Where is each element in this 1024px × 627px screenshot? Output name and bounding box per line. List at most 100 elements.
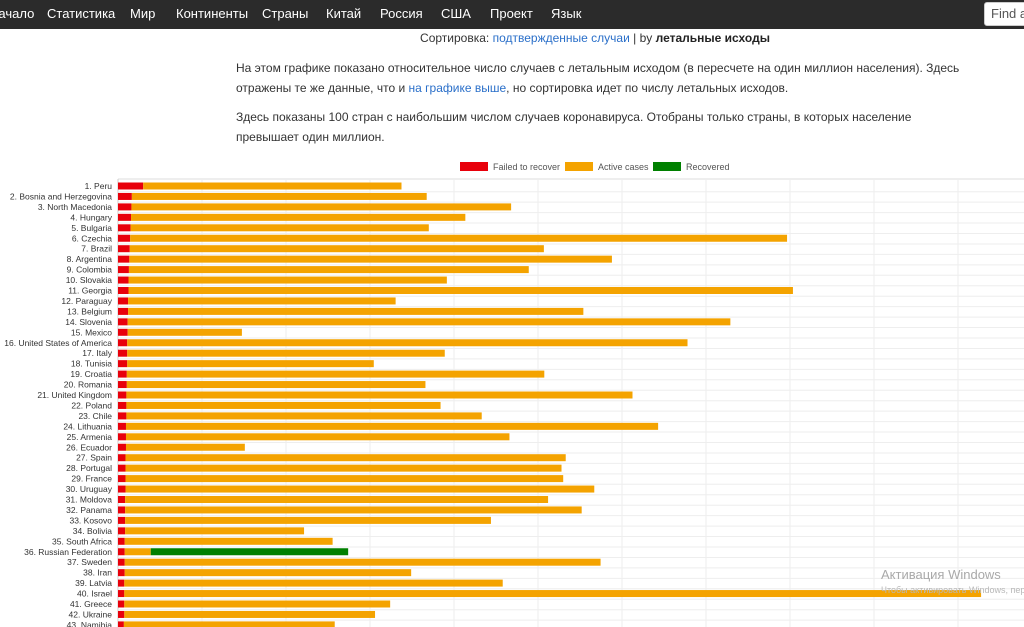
category-label: 9. Colombia: [67, 265, 113, 275]
bar-failed: [118, 401, 127, 409]
bar-failed: [118, 224, 131, 232]
bar-failed: [118, 443, 126, 451]
bar-failed: [118, 370, 127, 378]
legend-swatch: [460, 162, 488, 171]
category-label: 17. Italy: [82, 348, 113, 358]
bar-active: [128, 266, 529, 274]
bar-failed: [118, 422, 126, 430]
bar-active: [129, 245, 544, 253]
windows-activation-subtitle: Чтобы активировать Windows, перейдите в …: [881, 585, 1024, 595]
category-label: 14. Slovenia: [65, 317, 112, 327]
sort-current: летальные исходы: [655, 31, 770, 45]
bar-failed: [118, 266, 129, 274]
bar-failed: [118, 234, 131, 242]
bar-failed: [118, 610, 125, 618]
category-label: 8. Argentina: [67, 254, 113, 264]
bar-active: [126, 401, 441, 409]
nav-language[interactable]: Язык: [551, 0, 581, 29]
bar-failed: [118, 381, 127, 389]
bar-active: [127, 318, 731, 326]
bar-active: [128, 287, 793, 294]
category-label: 30. Uruguay: [66, 484, 113, 494]
bar-active: [126, 412, 482, 420]
bar-active: [126, 391, 633, 399]
category-label: 5. Bulgaria: [71, 223, 112, 233]
bar-failed: [118, 516, 126, 524]
category-label: 20. Romania: [64, 380, 112, 390]
category-label: 10. Slovakia: [66, 275, 113, 285]
bar-active: [128, 307, 584, 315]
nav-russia[interactable]: Россия: [380, 0, 423, 29]
category-label: 41. Greece: [70, 599, 112, 609]
bar-failed: [118, 537, 125, 545]
nav-china[interactable]: Китай: [326, 0, 361, 29]
legend-swatch: [653, 162, 681, 171]
bar-failed: [118, 328, 128, 336]
category-label: 23. Chile: [78, 411, 112, 421]
bar-active: [124, 537, 333, 545]
bar-failed: [118, 182, 144, 190]
bar-failed: [118, 339, 128, 347]
bar-active: [125, 527, 305, 535]
nav-statistics[interactable]: Статистика: [47, 0, 115, 29]
category-label: 18. Tunisia: [71, 359, 112, 369]
bar-failed: [118, 360, 128, 368]
nav-world[interactable]: Мир: [130, 0, 155, 29]
bar-active: [127, 339, 688, 347]
bar-active: [125, 454, 566, 462]
bar-active: [124, 558, 601, 566]
nav-home[interactable]: Начало: [0, 0, 34, 29]
category-label: 21. United Kingdom: [37, 390, 112, 400]
intro-paragraph-2: Здесь показаны 100 стран с наибольшим чи…: [236, 110, 912, 144]
nav-countries[interactable]: Страны: [262, 0, 308, 29]
bar-active: [131, 192, 427, 200]
category-label: 39. Latvia: [75, 578, 112, 588]
chart-above-link[interactable]: на графике выше: [409, 81, 507, 95]
bar-active: [123, 621, 335, 627]
category-label: 15. Mexico: [71, 327, 112, 337]
category-label: 27. Spain: [76, 453, 112, 463]
sort-selector: Сортировка: подтвержденные случаи | by л…: [0, 31, 1024, 45]
bar-failed: [118, 621, 124, 627]
category-label: 37. Sweden: [67, 557, 112, 567]
bar-failed: [118, 391, 127, 399]
bar-active: [128, 297, 396, 305]
bar-failed: [118, 433, 126, 441]
bar-active: [130, 224, 429, 232]
category-label: 26. Ecuador: [66, 442, 112, 452]
bar-failed: [118, 506, 126, 514]
category-label: 35. South Africa: [52, 536, 112, 546]
category-label: 33. Kosovo: [69, 515, 112, 525]
bar-active: [126, 381, 426, 389]
bar-failed: [118, 255, 130, 263]
bar-active: [126, 370, 545, 378]
search-input[interactable]: Find a: [984, 2, 1024, 26]
category-label: 12. Paraguay: [61, 296, 112, 306]
bar-failed: [118, 349, 128, 357]
windows-activation-title: Активация Windows: [881, 567, 1001, 582]
bar-active: [125, 443, 245, 451]
bar-failed: [118, 569, 125, 577]
bar-failed: [118, 579, 125, 587]
nav-continents[interactable]: Континенты: [176, 0, 248, 29]
sort-confirmed-link[interactable]: подтвержденные случаи: [493, 31, 630, 45]
category-label: 16. United States of America: [4, 338, 112, 348]
bar-active: [125, 433, 510, 441]
top-navigation: Начало Статистика Мир Континенты Страны …: [0, 0, 1024, 29]
nav-project[interactable]: Проект: [490, 0, 533, 29]
bar-failed: [118, 297, 129, 305]
category-label: 28. Portugal: [66, 463, 112, 473]
category-label: 29. France: [71, 474, 112, 484]
category-label: 2. Bosnia and Herzegovina: [10, 191, 112, 201]
bar-active: [125, 506, 582, 514]
bar-failed: [118, 287, 129, 294]
category-label: 11. Georgia: [68, 286, 112, 296]
nav-usa[interactable]: США: [441, 0, 471, 29]
category-label: 25. Armenia: [67, 432, 113, 442]
bar-active: [125, 464, 562, 472]
bar-failed: [118, 600, 125, 608]
bar-failed: [118, 527, 126, 535]
bar-active: [124, 548, 151, 556]
bar-failed: [118, 307, 129, 315]
category-label: 31. Moldova: [66, 495, 113, 505]
